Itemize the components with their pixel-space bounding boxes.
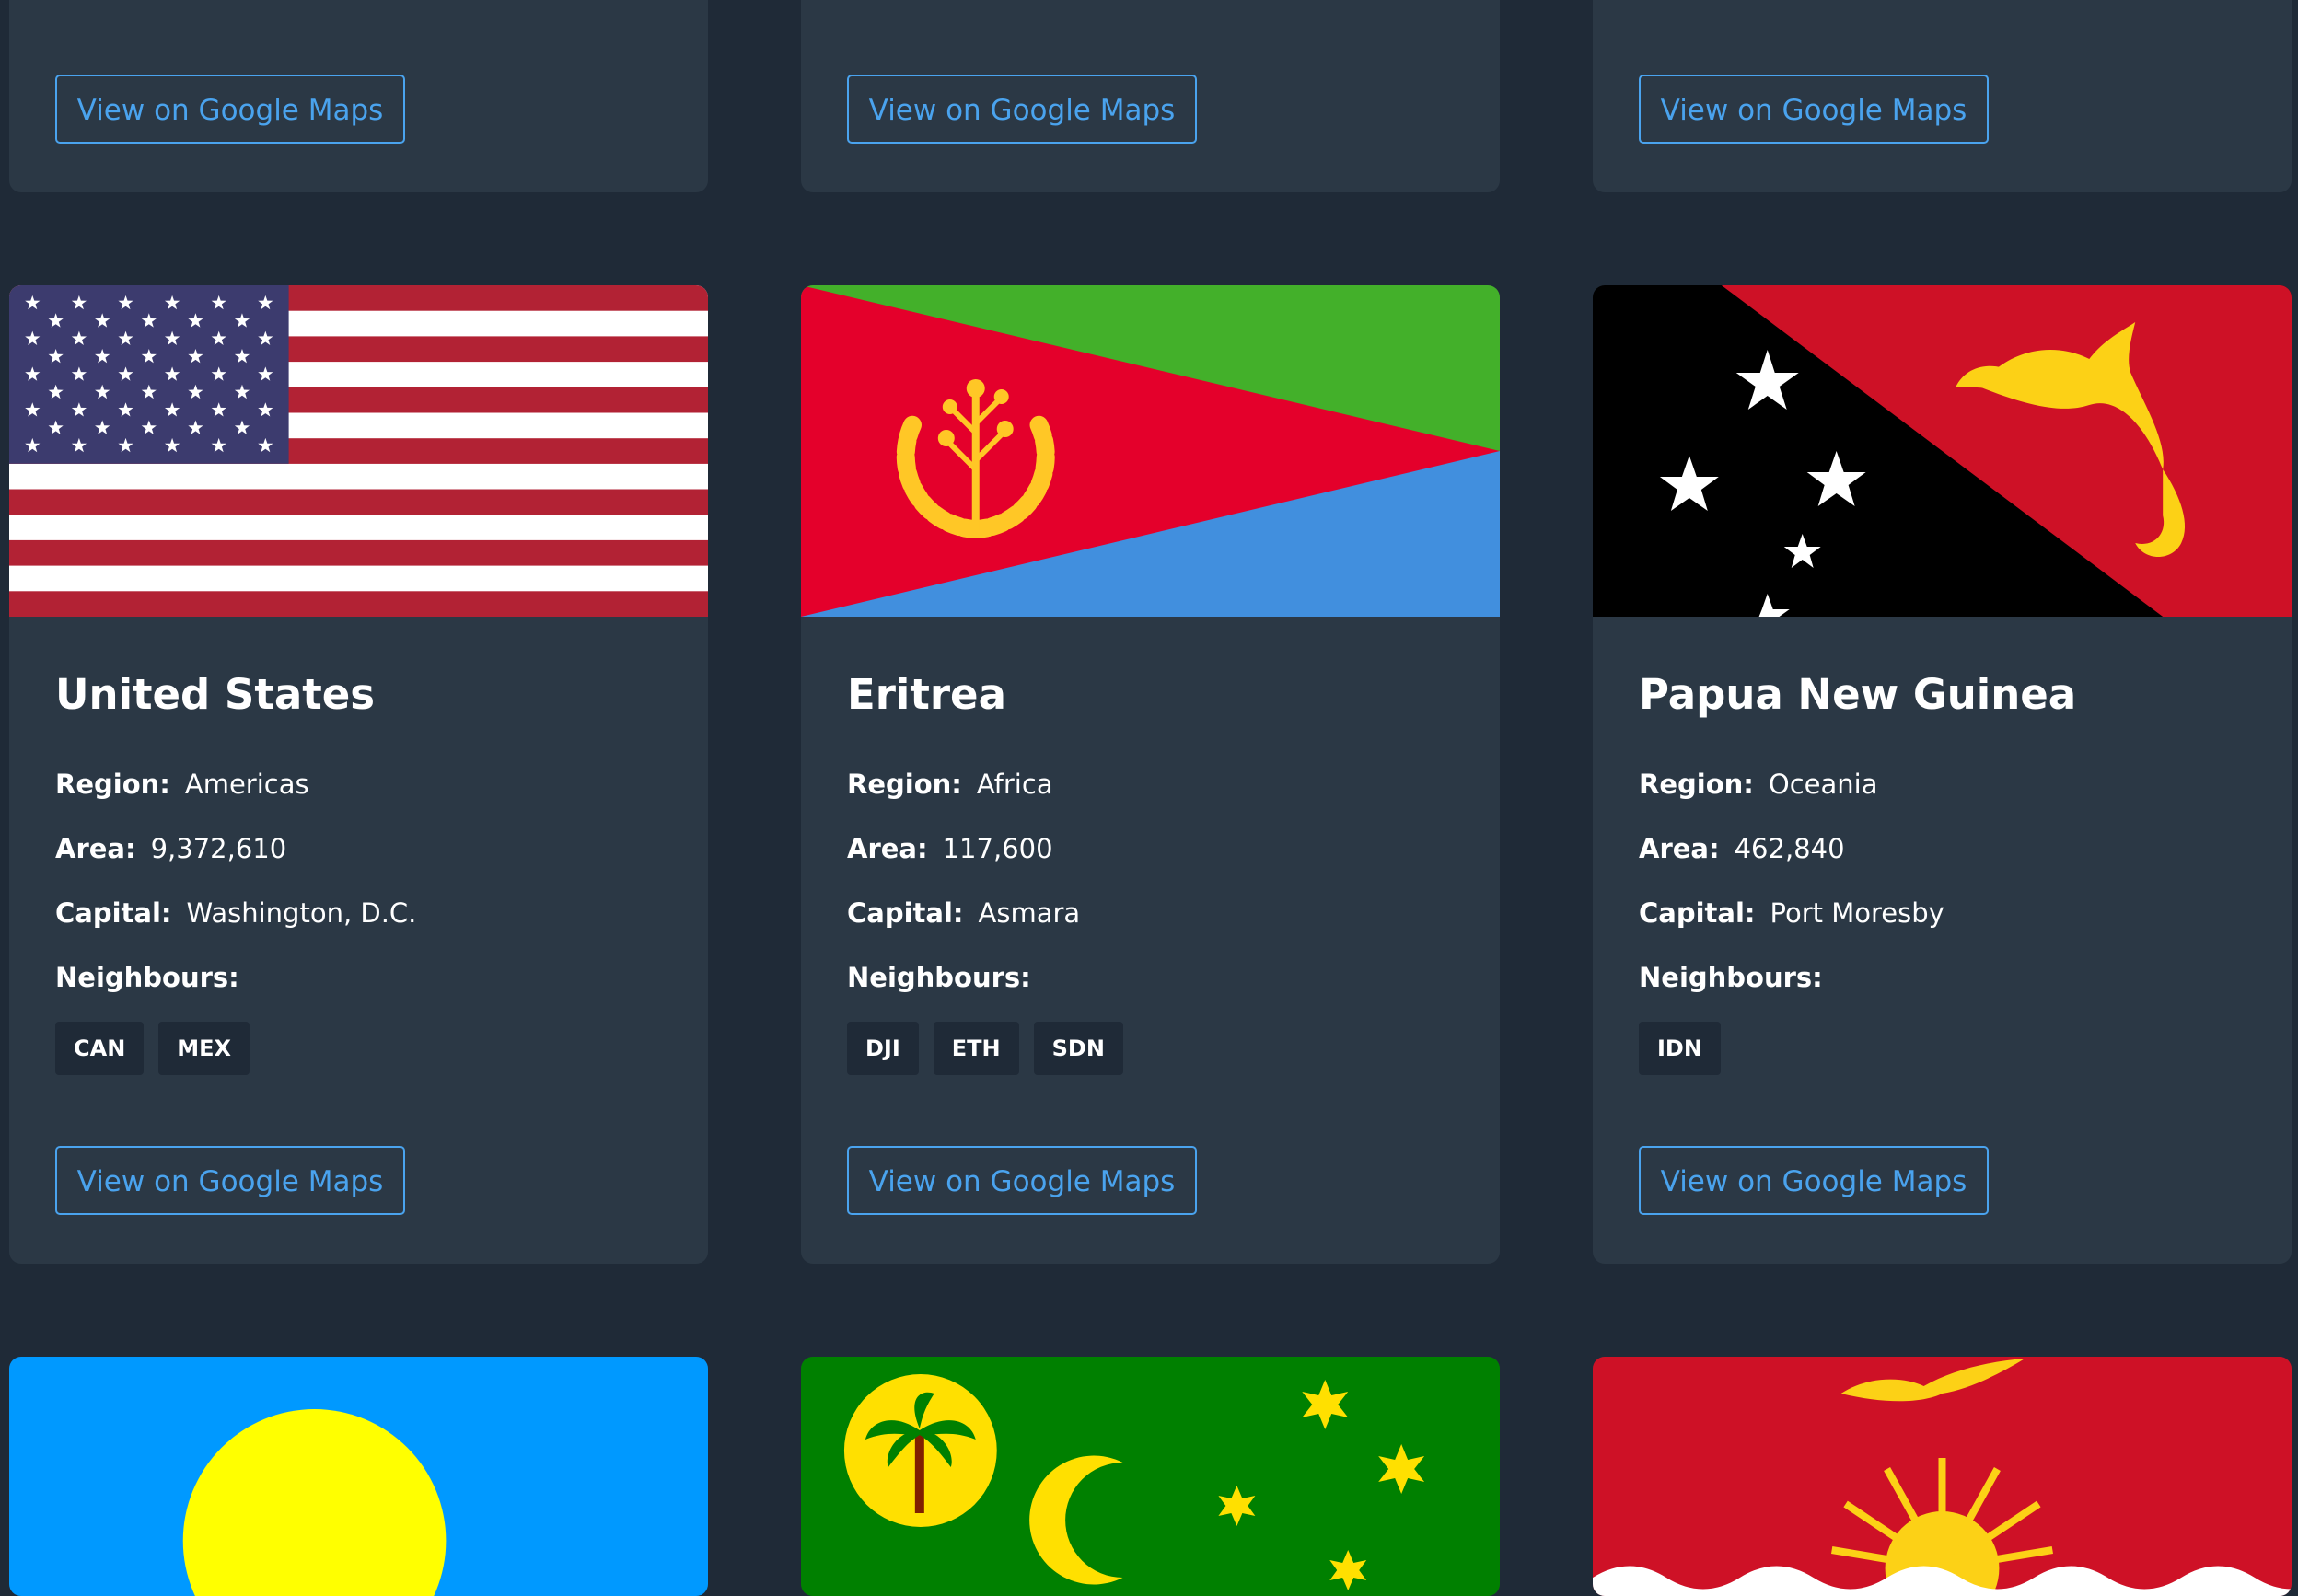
kiribati-flag-icon (1593, 1357, 2292, 1596)
neighbour-tag[interactable]: MEX (158, 1022, 250, 1075)
capital-row: Capital: Washington, D.C. (55, 897, 416, 929)
country-card-eritrea: Eritrea Region: Africa Area: 117,600 Capit… (801, 285, 1500, 1264)
neighbour-tag[interactable]: ETH (933, 1022, 1019, 1075)
view-on-google-maps-button[interactable]: View on Google Maps (847, 1146, 1197, 1215)
region-value: Oceania (1768, 769, 1878, 800)
capital-label: Capital: (1639, 897, 1756, 929)
region-label: Region: (55, 769, 170, 800)
area-value: 117,600 (942, 833, 1053, 864)
country-card-partial (9, 1357, 708, 1596)
neighbours-label: Neighbours: (847, 962, 1031, 993)
area-row: Area: 462,840 (1639, 833, 1845, 864)
country-card-partial: View on Google Maps (801, 0, 1500, 192)
region-row: Region: Americas (55, 769, 309, 800)
region-row: Region: Oceania (1639, 769, 1877, 800)
neighbour-tags: CAN MEX (55, 1022, 250, 1075)
neighbour-tag[interactable]: DJI (847, 1022, 919, 1075)
view-on-google-maps-button[interactable]: View on Google Maps (1639, 1146, 1989, 1215)
country-name: United States (55, 670, 376, 719)
view-on-google-maps-button[interactable]: View on Google Maps (847, 75, 1197, 144)
region-label: Region: (847, 769, 962, 800)
view-on-google-maps-button[interactable]: View on Google Maps (55, 75, 405, 144)
capital-value: Washington, D.C. (186, 897, 417, 929)
eritrea-flag-icon (801, 285, 1500, 617)
region-value: Americas (184, 769, 309, 800)
capital-row: Capital: Port Moresby (1639, 897, 1944, 929)
cocos-keeling-islands-flag-icon (801, 1357, 1500, 1596)
view-on-google-maps-button[interactable]: View on Google Maps (1639, 75, 1989, 144)
area-label: Area: (847, 833, 928, 864)
area-row: Area: 9,372,610 (55, 833, 286, 864)
area-label: Area: (55, 833, 136, 864)
area-row: Area: 117,600 (847, 833, 1053, 864)
capital-row: Capital: Asmara (847, 897, 1080, 929)
country-card-united-states: United States Region: Americas Area: 9,372… (9, 285, 708, 1264)
neighbours-label: Neighbours: (1639, 962, 1823, 993)
area-value: 9,372,610 (150, 833, 287, 864)
neighbour-tag[interactable]: CAN (55, 1022, 145, 1075)
capital-label: Capital: (55, 897, 172, 929)
region-value: Africa (976, 769, 1053, 800)
capital-value: Port Moresby (1770, 897, 1944, 929)
country-name: Papua New Guinea (1639, 670, 2077, 719)
capital-value: Asmara (978, 897, 1081, 929)
country-name: Eritrea (847, 670, 1006, 719)
region-row: Region: Africa (847, 769, 1053, 800)
country-card-partial: View on Google Maps (9, 0, 708, 192)
country-card-partial (801, 1357, 1500, 1596)
neighbour-tag[interactable]: SDN (1033, 1022, 1123, 1075)
area-label: Area: (1639, 833, 1720, 864)
country-card-partial: View on Google Maps (1593, 0, 2292, 192)
neighbour-tags: DJI ETH SDN (847, 1022, 1123, 1075)
palau-flag-icon (9, 1357, 708, 1596)
area-value: 462,840 (1734, 833, 1845, 864)
neighbour-tags: IDN (1639, 1022, 1721, 1075)
country-card-papua-new-guinea: Papua New Guinea Region: Oceania Area: 462… (1593, 285, 2292, 1264)
neighbours-label: Neighbours: (55, 962, 239, 993)
view-on-google-maps-button[interactable]: View on Google Maps (55, 1146, 405, 1215)
region-label: Region: (1639, 769, 1754, 800)
country-card-partial (1593, 1357, 2292, 1596)
us-flag-icon (9, 285, 708, 617)
papua-new-guinea-flag-icon (1593, 285, 2292, 617)
capital-label: Capital: (847, 897, 964, 929)
neighbour-tag[interactable]: IDN (1639, 1022, 1721, 1075)
